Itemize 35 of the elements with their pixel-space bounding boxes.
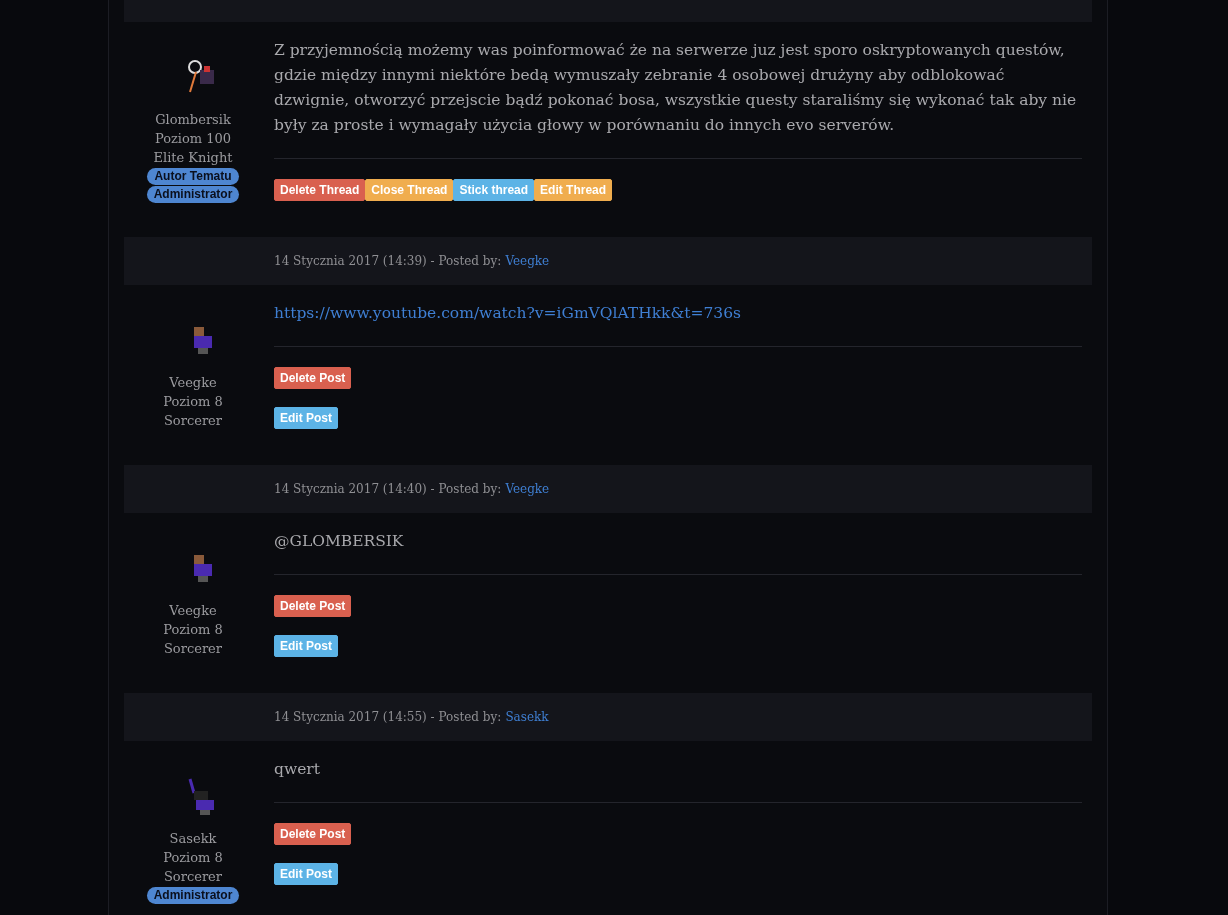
user-name: Glombersik (155, 111, 231, 129)
post-link[interactable]: https://www.youtube.com/watch?v=iGmVQlATHkk&t=736s (274, 304, 741, 322)
post-text: Z przyjemnością możemy was poinformować że na serwerze juz jest sporo oskryptowanych questów, gdzie między innymi niektóre bedą wymuszały zebranie 4 osobowej drużyny aby odblokować dzwignie, otworzyć przejscie bądź pokonać bosa, wszystkie questy staraliśmy się wykonać tak aby nie były za proste i wymagały użycia głowy w porównaniu do innych evo serverów. (274, 40, 1078, 136)
user-name: Veegke (169, 602, 217, 620)
user-level: Poziom 100 (154, 130, 232, 148)
role-badge: Administrator (146, 186, 240, 203)
author-link[interactable]: Veegke (505, 254, 550, 268)
role-badge: Autor Tematu (147, 168, 239, 185)
author-link[interactable]: Veegke (505, 482, 550, 496)
author-link[interactable]: Sasekk (505, 710, 549, 724)
post-text: qwert (274, 759, 321, 780)
action-button[interactable]: Delete Post (274, 595, 352, 617)
action-button[interactable]: Edit Post (274, 863, 338, 885)
user-level: Poziom 8 (163, 621, 223, 639)
user-level: Poziom 8 (163, 849, 223, 867)
post-date: 14 Stycznia 2017 (14:40) - Posted by: (274, 482, 502, 496)
user-vocation: Sorcerer (163, 640, 222, 658)
action-button[interactable]: Delete Post (274, 823, 352, 845)
user-vocation: Sorcerer (163, 412, 222, 430)
action-button[interactable]: Delete Thread (274, 179, 366, 201)
user-vocation: Elite Knight (153, 149, 233, 167)
action-button[interactable]: Close Thread (365, 179, 454, 201)
action-button[interactable]: Stick thread (453, 179, 535, 201)
post-date: 14 Stycznia 2017 (14:39) - Posted by: (274, 254, 502, 268)
action-button[interactable]: Edit Post (274, 635, 338, 657)
action-button[interactable]: Edit Post (274, 407, 338, 429)
user-name: Sasekk (169, 830, 217, 848)
action-button[interactable]: Delete Post (274, 367, 352, 389)
post-text: @GLOMBERSIK (274, 531, 405, 552)
user-name: Veegke (169, 374, 217, 392)
role-badge: Administrator (146, 887, 240, 904)
action-button[interactable]: Edit Thread (534, 179, 613, 201)
post-date: 14 Stycznia 2017 (14:55) - Posted by: (274, 710, 502, 724)
user-level: Poziom 8 (163, 393, 223, 411)
user-vocation: Sorcerer (163, 868, 222, 886)
